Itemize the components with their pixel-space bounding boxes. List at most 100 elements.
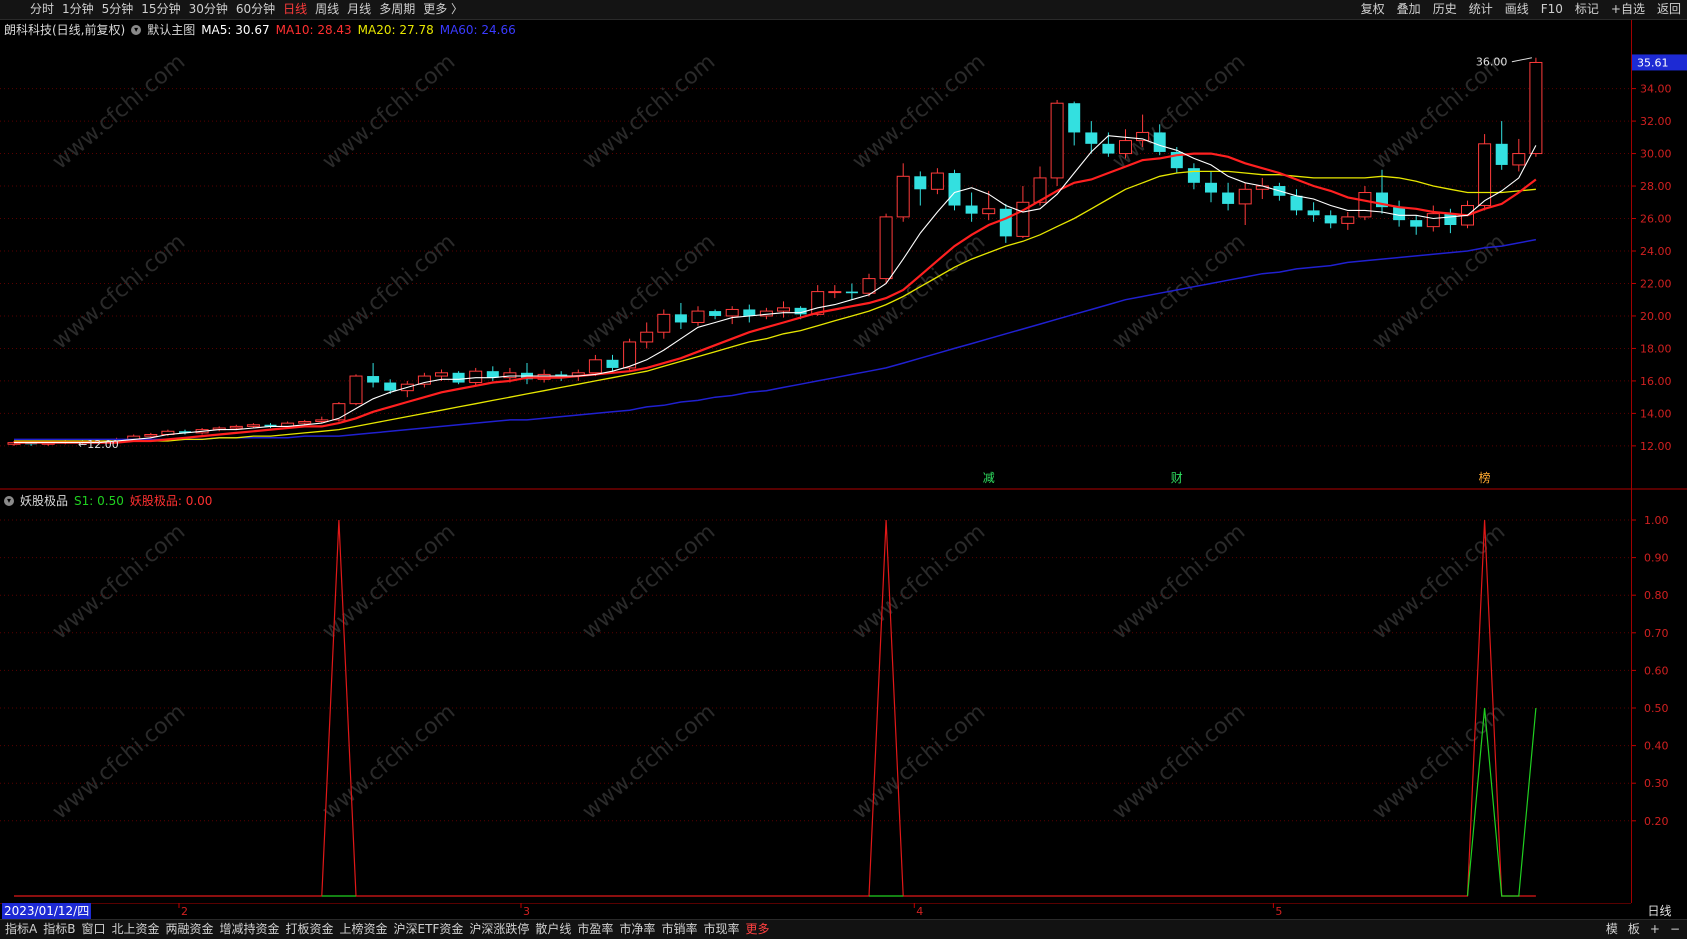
action-统计[interactable]: 统计 [1463, 2, 1499, 17]
candle-body-down [1393, 207, 1406, 221]
candle-body-up [640, 331, 654, 343]
watermark-text: www.cfchi.com [48, 49, 190, 174]
candle-body-up [588, 359, 602, 374]
bottom-toolbar: 指标A 指标B 窗口 北上资金 两融资金 增减持资金 打板资金 上榜资金 沪深ETF资金 沪深涨跌… [0, 919, 1687, 939]
candle-body-down [999, 208, 1012, 237]
watermark-text: www.cfchi.com [1108, 699, 1250, 824]
bottom-tab-市净率[interactable]: 市净率 [616, 921, 658, 938]
bottom-tab-沪深etf资金[interactable]: 沪深ETF资金 [391, 921, 467, 938]
watermark-text: www.cfchi.com [848, 49, 990, 174]
period-tab-5分钟[interactable]: 5分钟 [98, 2, 138, 17]
period-tab-30分钟[interactable]: 30分钟 [185, 2, 232, 17]
candle-body-up [349, 375, 363, 405]
indicator-axis-label: 0.70 [1644, 627, 1669, 640]
watermark-text: www.cfchi.com [318, 49, 460, 174]
bottom-tab-沪深涨跌停[interactable]: 沪深涨跌停 [466, 921, 532, 938]
action-叠加[interactable]: 叠加 [1391, 2, 1427, 17]
price-axis-label: 12.00 [1640, 440, 1672, 453]
candle-body-up [623, 341, 637, 369]
price-axis-label: 34.00 [1640, 83, 1672, 96]
watermark-text: www.cfchi.com [1108, 519, 1250, 644]
bottom-tab-上榜资金[interactable]: 上榜资金 [337, 921, 391, 938]
candlestick-plot[interactable]: www.cfchi.com www.cfchi.com www.cfchi.com w… [0, 20, 1631, 490]
indicator-axis-label: 0.30 [1644, 777, 1669, 790]
bottom-control-模[interactable]: 模 [1601, 921, 1623, 938]
action-返回[interactable]: 返回 [1651, 2, 1687, 17]
bottom-tab-增减持资金[interactable]: 增减持资金 [217, 921, 283, 938]
bottom-tab-两融资金[interactable]: 两融资金 [162, 921, 216, 938]
watermark-text: www.cfchi.com [318, 229, 460, 354]
action-画线[interactable]: 画线 [1499, 2, 1535, 17]
candle-body-down [1307, 210, 1320, 216]
bottom-control-plus[interactable]: + [1645, 921, 1665, 938]
period-tab-月线[interactable]: 月线 [343, 2, 375, 17]
action-自选[interactable]: +自选 [1605, 2, 1651, 17]
candle-body-down [709, 311, 722, 316]
candle-body-up [1358, 192, 1372, 218]
candle-body-up [725, 308, 739, 317]
bottom-tab-指标b[interactable]: 指标B [40, 921, 78, 938]
candle-body-down [965, 205, 978, 214]
period-tab-日线[interactable]: 日线 [279, 2, 311, 17]
chart-actions: 复权 叠加 历史 统计 画线 F10 标记 +自选 返回 [1355, 2, 1687, 17]
watermark-text: www.cfchi.com [48, 519, 190, 644]
period-tab-15分钟[interactable]: 15分钟 [137, 2, 184, 17]
main-chart[interactable]: 朗科科技(日线,前复权) ▾ 默认主图 MA5: 30.67 MA10: 28.… [0, 20, 1631, 490]
action-历史[interactable]: 历史 [1427, 2, 1463, 17]
high-price-label: 36.00 [1476, 56, 1508, 69]
bottom-controls: 模板 + − [1601, 921, 1685, 938]
bottom-tab-打板资金[interactable]: 打板资金 [283, 921, 337, 938]
candle-body-up [469, 370, 483, 384]
indicator-axis-label: 0.80 [1644, 589, 1669, 602]
bottom-tab-北上资金[interactable]: 北上资金 [108, 921, 162, 938]
price-axis-label: 18.00 [1640, 342, 1672, 355]
candle-body-up [1512, 153, 1526, 166]
bottom-tab-市销率[interactable]: 市销率 [658, 921, 700, 938]
period-tab-1分钟[interactable]: 1分钟 [58, 2, 98, 17]
candle-body-down [674, 314, 687, 323]
price-axis-label: 28.00 [1640, 180, 1672, 193]
candle-body-up [896, 175, 910, 218]
price-axis-label: 20.00 [1640, 310, 1672, 323]
candle-body-up [879, 216, 893, 280]
candle-body-down [948, 173, 961, 206]
period-tab-60分钟[interactable]: 60分钟 [232, 2, 279, 17]
bottom-control-minus[interactable]: − [1665, 921, 1685, 938]
watermark-text: www.cfchi.com [48, 229, 190, 354]
action-标记[interactable]: 标记 [1569, 2, 1605, 17]
candle-body-up [1529, 61, 1543, 155]
price-axis[interactable]: 34.00 32.00 30.00 28.00 26.00 24.00 22.00 20.00… [1631, 20, 1687, 903]
bottom-tab-指标a[interactable]: 指标A [2, 921, 40, 938]
candle-body-down [1153, 132, 1166, 152]
action-f10[interactable]: F10 [1535, 2, 1569, 17]
bottom-tab-更多[interactable]: 更多 [742, 921, 772, 938]
bottom-control-板[interactable]: 板 [1623, 921, 1645, 938]
bottom-tab-散户线[interactable]: 散户线 [532, 921, 574, 938]
indicator-chart[interactable]: ▾ 妖股极品 S1: 0.50 妖股极品: 0.00 www.cfchi.com… [0, 490, 1631, 903]
period-tab-分时[interactable]: 分时 [26, 2, 58, 17]
month-label: 2 [181, 905, 188, 918]
bottom-tab-市现率[interactable]: 市现率 [700, 921, 742, 938]
candle-body-down [367, 376, 380, 383]
period-tab-周线[interactable]: 周线 [311, 2, 343, 17]
watermark-text: www.cfchi.com [578, 699, 720, 824]
ma60-line [14, 238, 1537, 441]
candle-body-up [1050, 102, 1064, 179]
candle-body-down [1205, 182, 1217, 193]
action-复权[interactable]: 复权 [1355, 2, 1391, 17]
candle-body-up [298, 421, 312, 424]
high-price-arrow [1511, 57, 1532, 63]
period-indicator[interactable]: 日线 [1632, 903, 1687, 919]
period-tab-多周期[interactable]: 多周期 [375, 2, 419, 17]
candle-body-down [1495, 143, 1508, 165]
candle-body-down [1187, 168, 1200, 183]
candle-body-up [828, 291, 842, 294]
candle-body-down [452, 372, 465, 383]
indicator-plot[interactable]: www.cfchi.com www.cfchi.com www.cfchi.com w… [0, 490, 1631, 903]
candle-body-up [982, 208, 996, 215]
period-tab-更多[interactable]: 更多 〉 [419, 2, 467, 17]
candle-body-down [1102, 143, 1115, 154]
bottom-tab-窗口[interactable]: 窗口 [78, 921, 108, 938]
bottom-tab-市盈率[interactable]: 市盈率 [574, 921, 616, 938]
candle-body-up [1478, 143, 1492, 207]
